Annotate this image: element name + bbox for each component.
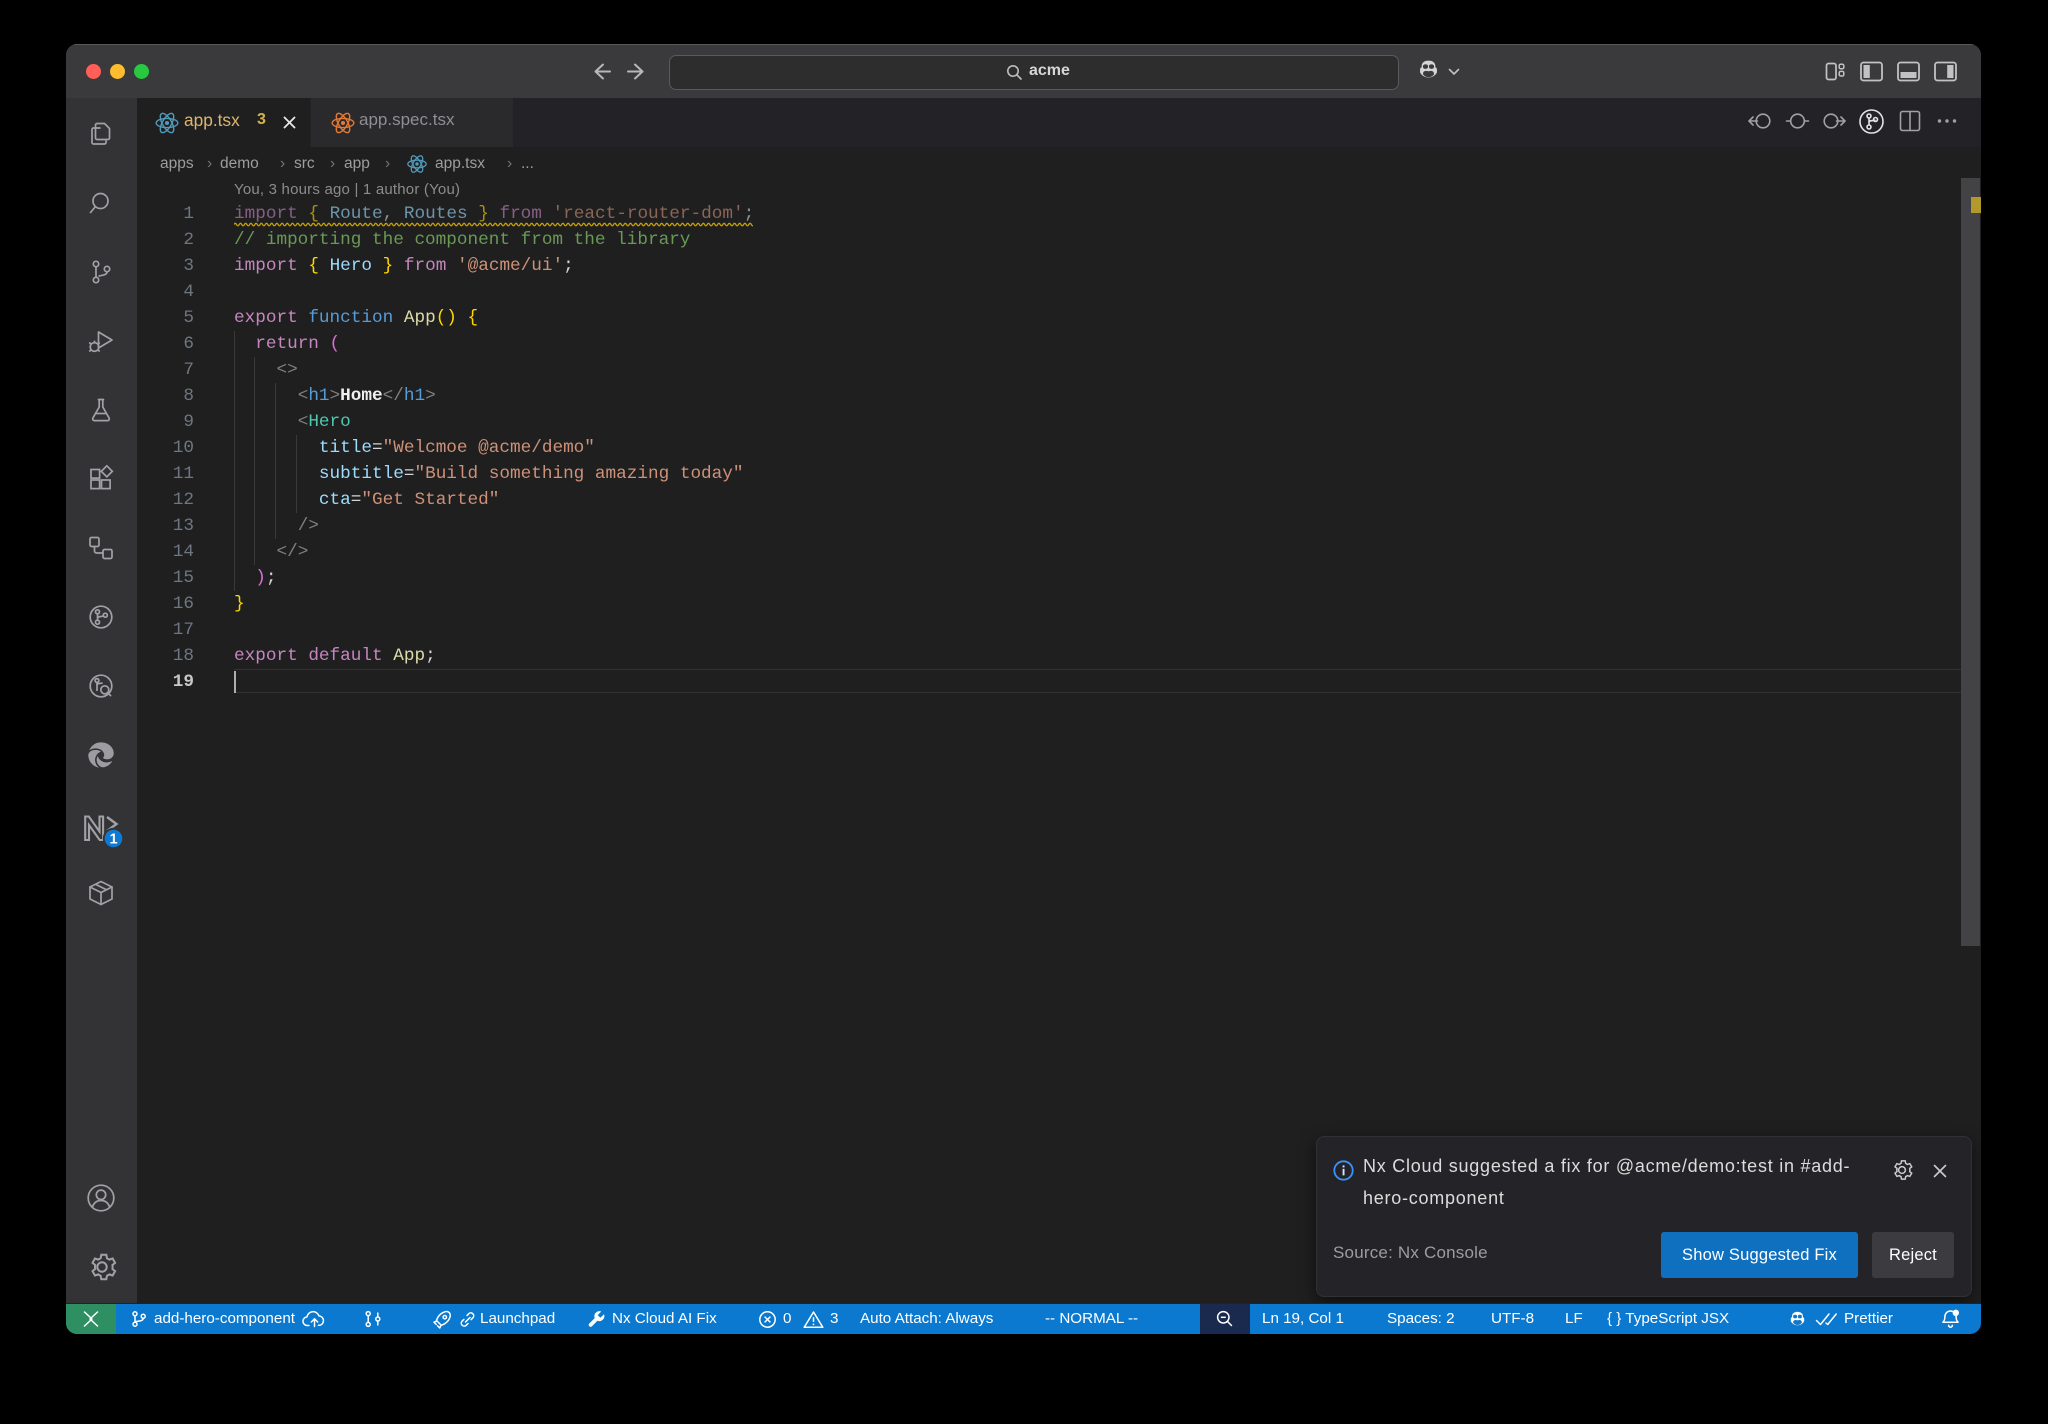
svg-text:1: 1 — [109, 832, 117, 848]
